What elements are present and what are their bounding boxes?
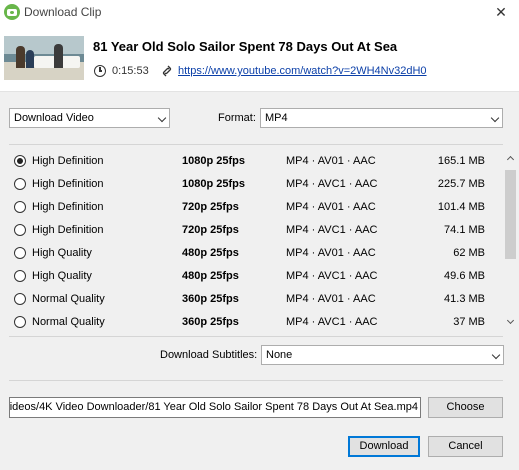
quality-option-row[interactable]: High Definition 720p 25fps MP4 · AVC1 · AA…: [9, 218, 495, 241]
quality-label: High Definition: [32, 224, 104, 236]
size-label: 49.6 MB: [444, 270, 485, 282]
resolution-label: 360p 25fps: [182, 293, 239, 305]
codec-label: MP4 · AVC1 · AAC: [286, 316, 378, 328]
save-path-field[interactable]: C:/Users/Videos/4K Video Downloader/81 Y…: [9, 397, 421, 418]
link-icon: [162, 65, 172, 77]
quality-label: Normal Quality: [32, 293, 105, 305]
radio-button[interactable]: [14, 224, 26, 236]
radio-button[interactable]: [14, 178, 26, 190]
radio-button[interactable]: [14, 201, 26, 213]
size-label: 62 MB: [453, 247, 485, 259]
subtitles-select[interactable]: None: [261, 345, 504, 365]
video-url-link[interactable]: https://www.youtube.com/watch?v=2WH4Nv32…: [178, 65, 427, 77]
size-label: 165.1 MB: [437, 155, 485, 167]
download-mode-value: Download Video: [14, 112, 94, 124]
quality-label: High Definition: [32, 178, 104, 190]
format-select[interactable]: MP4: [260, 108, 503, 128]
video-thumbnail: [4, 36, 84, 80]
format-label: Format:: [218, 112, 256, 124]
chevron-down-icon: [490, 113, 500, 123]
divider: [9, 144, 503, 145]
scroll-down-icon[interactable]: [506, 316, 515, 325]
divider: [9, 380, 503, 381]
resolution-label: 360p 25fps: [182, 316, 239, 328]
clock-icon: [94, 65, 106, 77]
quality-label: High Quality: [32, 270, 92, 282]
cancel-button[interactable]: Cancel: [428, 436, 503, 457]
codec-label: MP4 · AVC1 · AAC: [286, 270, 378, 282]
close-icon[interactable]: ✕: [489, 1, 513, 23]
download-button[interactable]: Download: [348, 436, 420, 457]
video-title: 81 Year Old Solo Sailor Spent 78 Days Ou…: [93, 39, 398, 54]
size-label: 37 MB: [453, 316, 485, 328]
size-label: 41.3 MB: [444, 293, 485, 305]
window-title: Download Clip: [24, 5, 102, 19]
size-label: 225.7 MB: [437, 178, 485, 190]
quality-label: High Definition: [32, 201, 104, 213]
resolution-label: 1080p 25fps: [182, 155, 245, 167]
save-path-value: C:/Users/Videos/4K Video Downloader/81 Y…: [9, 401, 418, 413]
title-bar: Download Clip ✕: [0, 0, 519, 26]
radio-button[interactable]: [14, 155, 26, 167]
quality-label: High Definition: [32, 155, 104, 167]
codec-label: MP4 · AV01 · AAC: [286, 155, 376, 167]
video-duration: 0:15:53: [112, 65, 149, 77]
quality-label: Normal Quality: [32, 316, 105, 328]
chevron-down-icon: [491, 350, 501, 360]
video-header: 81 Year Old Solo Sailor Spent 78 Days Ou…: [0, 26, 519, 92]
download-mode-select[interactable]: Download Video: [9, 108, 170, 128]
scrollbar-thumb[interactable]: [505, 170, 516, 259]
codec-label: MP4 · AVC1 · AAC: [286, 178, 378, 190]
format-value: MP4: [265, 112, 288, 124]
radio-button[interactable]: [14, 293, 26, 305]
codec-label: MP4 · AVC1 · AAC: [286, 224, 378, 236]
size-label: 74.1 MB: [444, 224, 485, 236]
radio-button[interactable]: [14, 316, 26, 328]
resolution-label: 480p 25fps: [182, 247, 239, 259]
codec-label: MP4 · AV01 · AAC: [286, 293, 376, 305]
radio-button[interactable]: [14, 270, 26, 282]
choose-button[interactable]: Choose: [428, 397, 503, 418]
quality-option-row[interactable]: High Definition 1080p 25fps MP4 · AV01 · A…: [9, 149, 495, 172]
resolution-label: 1080p 25fps: [182, 178, 245, 190]
options-scrollbar[interactable]: [503, 152, 518, 332]
quality-option-row[interactable]: High Definition 720p 25fps MP4 · AV01 · AA…: [9, 195, 495, 218]
quality-option-row[interactable]: Normal Quality 360p 25fps MP4 · AV01 · AAC…: [9, 287, 495, 310]
resolution-label: 720p 25fps: [182, 201, 239, 213]
quality-label: High Quality: [32, 247, 92, 259]
quality-options-list: High Definition 1080p 25fps MP4 · AV01 · A…: [9, 149, 495, 334]
chevron-down-icon: [157, 113, 167, 123]
subtitles-value: None: [266, 349, 293, 361]
divider: [9, 336, 503, 337]
quality-option-row[interactable]: High Quality 480p 25fps MP4 · AVC1 · AAC 49…: [9, 264, 495, 287]
subtitles-label: Download Subtitles:: [160, 349, 258, 361]
radio-button[interactable]: [14, 247, 26, 259]
size-label: 101.4 MB: [437, 201, 485, 213]
app-icon: [4, 4, 20, 20]
quality-option-row[interactable]: High Definition 1080p 25fps MP4 · AVC1 · A…: [9, 172, 495, 195]
resolution-label: 720p 25fps: [182, 224, 239, 236]
codec-label: MP4 · AV01 · AAC: [286, 201, 376, 213]
quality-option-row[interactable]: Normal Quality 360p 25fps MP4 · AVC1 · AAC…: [9, 310, 495, 333]
quality-option-row[interactable]: High Quality 480p 25fps MP4 · AV01 · AAC 62…: [9, 241, 495, 264]
codec-label: MP4 · AV01 · AAC: [286, 247, 376, 259]
scroll-up-icon[interactable]: [506, 155, 515, 164]
resolution-label: 480p 25fps: [182, 270, 239, 282]
